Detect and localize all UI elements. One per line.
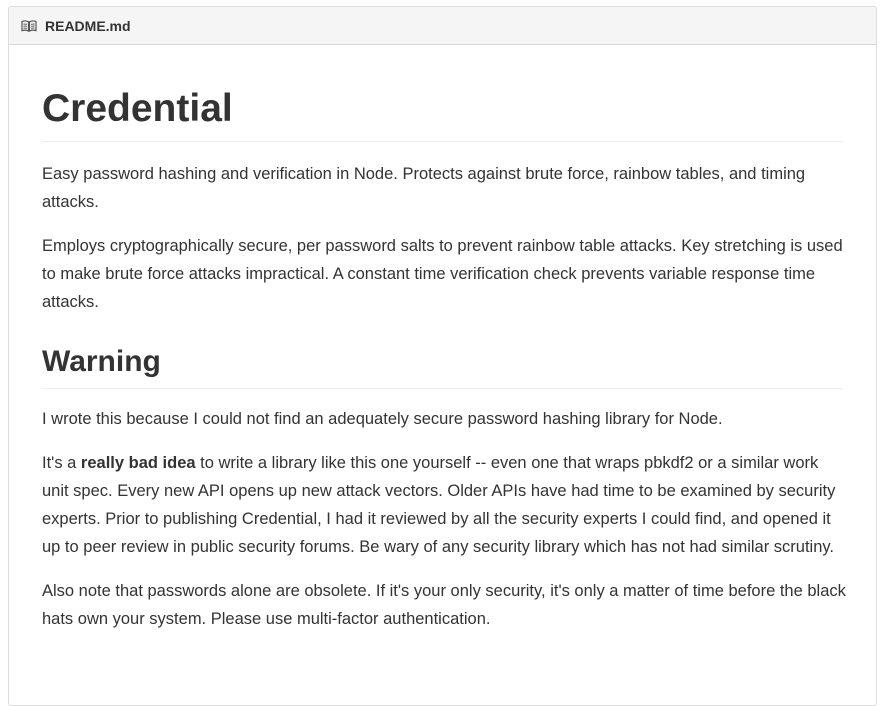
intro-paragraph: Employs cryptographically secure, per pa…: [42, 232, 847, 316]
warning-text: It's a: [42, 454, 81, 472]
warning-paragraph: I wrote this because I could not find an…: [42, 405, 847, 433]
warning-paragraph: It's a really bad idea to write a librar…: [42, 449, 847, 561]
intro-paragraph: Easy password hashing and verification i…: [42, 160, 847, 216]
readme-filename: README.md: [45, 18, 131, 34]
readme-panel: README.md Credential Easy password hashi…: [8, 6, 877, 706]
readme-header: README.md: [9, 7, 876, 45]
book-icon: [21, 19, 39, 33]
bold-emphasis: really bad idea: [81, 454, 196, 472]
warning-paragraph: Also note that passwords alone are obsol…: [42, 577, 847, 633]
warning-heading: Warning: [42, 342, 843, 389]
page-title: Credential: [42, 83, 843, 142]
readme-body: Credential Easy password hashing and ver…: [9, 45, 876, 633]
